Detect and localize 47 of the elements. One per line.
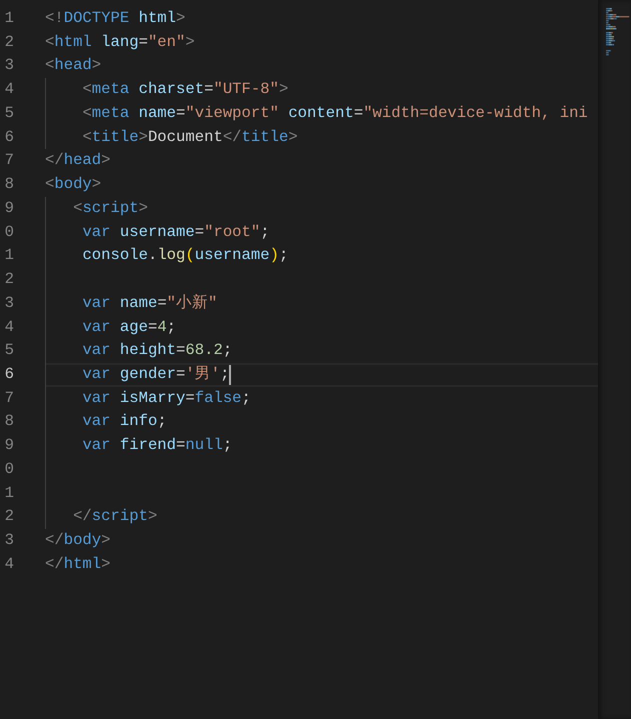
line-number: 8	[4, 411, 14, 432]
code-line: var info;	[82, 411, 167, 432]
line-number: 5	[4, 340, 14, 362]
line-number: 1	[4, 8, 14, 29]
code-line: </script>	[73, 506, 158, 528]
line-number: 8	[4, 174, 14, 196]
line-number: 4	[4, 554, 14, 575]
code-line: var name="小新"	[82, 292, 218, 314]
code-line: var height=68.2;	[82, 340, 232, 362]
code-line: <title>Document</title>	[82, 126, 298, 148]
line-number: 4	[4, 79, 14, 100]
code-line: </html>	[45, 554, 111, 575]
code-line: <!DOCTYPE html>	[45, 8, 186, 29]
code-line: <body>	[45, 174, 102, 196]
line-number: 3	[4, 292, 14, 314]
line-number: 9	[4, 198, 14, 219]
code-line: console.log(username);	[82, 245, 288, 266]
code-line: <head>	[45, 55, 102, 76]
line-number: 2	[4, 32, 14, 53]
line-number: 6	[4, 364, 14, 386]
line-number: 2	[4, 269, 14, 290]
code-line: </body>	[45, 530, 111, 552]
code-line: </head>	[45, 150, 111, 172]
code-line: var age=4;	[82, 316, 176, 338]
code-line: <meta name="viewport" content="width=device-width, ini	[82, 102, 588, 124]
code-line: <html lang="en">	[45, 32, 195, 53]
line-number: 3	[4, 55, 14, 76]
line-number: 3	[4, 530, 14, 552]
code-line: var username="root";	[82, 222, 270, 243]
minimap-drawing[interactable]	[606, 8, 630, 56]
line-number: 0	[4, 222, 14, 243]
code-line: var gender='男';	[82, 364, 230, 386]
code-line: var firend=null;	[82, 435, 232, 456]
text-cursor	[229, 364, 232, 385]
line-number: 0	[4, 458, 14, 480]
code-line: <meta charset="UTF-8">	[82, 79, 288, 100]
code-line: <script>	[73, 198, 148, 219]
line-number: 1	[4, 245, 14, 266]
line-number: 7	[4, 150, 14, 172]
code-line: var isMarry=false;	[82, 388, 251, 409]
line-number: 7	[4, 388, 14, 409]
line-number: 2	[4, 506, 14, 528]
line-number: 5	[4, 102, 14, 124]
line-number: 9	[4, 435, 14, 456]
line-number: 1	[4, 482, 14, 504]
line-number: 4	[4, 316, 14, 338]
line-number: 6	[4, 126, 14, 148]
